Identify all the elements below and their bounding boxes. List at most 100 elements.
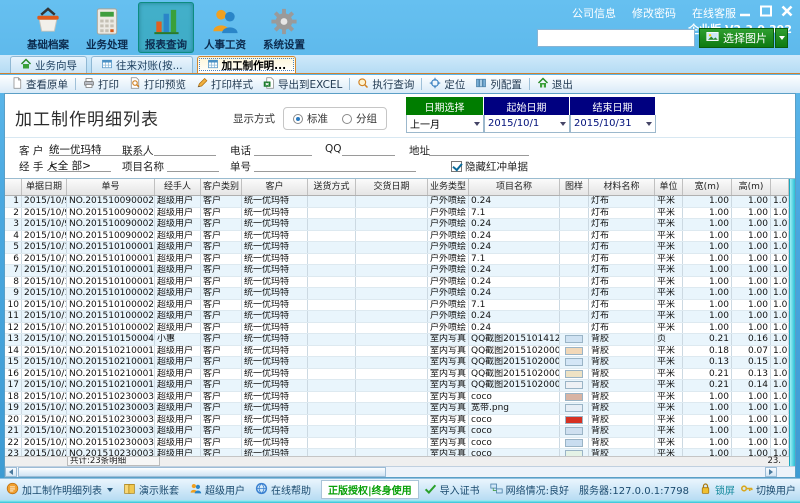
grid-cell: [356, 322, 428, 333]
table-row[interactable]: 4 2015/10/9 NO.201510090002 超级用户 客户 统一优玛特 户外喷绘…: [5, 230, 795, 242]
statusbar-item-1[interactable]: 加工制作明细列表: [6, 482, 113, 498]
date-dropdown-2[interactable]: 2015/10/1: [484, 115, 570, 133]
table-row[interactable]: 172015/10/21NO.201510210001超级用户客户统一优玛特 室内…: [5, 380, 795, 392]
search-icon: [357, 77, 369, 92]
table-row[interactable]: 142015/10/21NO.201510210001超级用户客户统一优玛特 室内…: [5, 345, 795, 357]
table-row[interactable]: 92015/10/10NO.201510100002超级用户客户统一优玛特 户外喷…: [5, 288, 795, 300]
horizontal-scrollbar[interactable]: [5, 466, 795, 477]
filter-input[interactable]: [154, 142, 216, 156]
scroll-right-arrow[interactable]: [765, 467, 777, 477]
nav-item-2[interactable]: 业务处理: [79, 2, 135, 53]
titlebar-link-1[interactable]: 公司信息: [572, 5, 616, 21]
statusbar-item-4[interactable]: 在线帮助: [255, 482, 311, 498]
titlebar-link-3[interactable]: 在线客服: [692, 5, 736, 21]
table-row[interactable]: 232015/10/23NO.201510230003超级用户客户统一优玛特 室内…: [5, 449, 795, 456]
toolbar-button-2[interactable]: 打印: [78, 76, 124, 92]
toolbar-button-7[interactable]: 定位: [424, 76, 470, 92]
horizontal-scroll-thumb[interactable]: [18, 467, 386, 477]
display-mode-radio-标准[interactable]: 标准: [293, 111, 328, 126]
tab-2[interactable]: 往来对账(按...: [91, 56, 193, 73]
grid-header-cell[interactable]: 客户: [242, 179, 308, 195]
table-row[interactable]: 52015/10/10NO.201510100001超级用户客户统一优玛特 户外喷…: [5, 242, 795, 254]
grid-header-cell[interactable]: [5, 179, 22, 195]
table-row[interactable]: 3 2015/10/9 NO.201510090002 超级用户 客户 统一优玛特 户外喷绘…: [5, 219, 795, 231]
grid-cell: 1.0: [773, 265, 789, 276]
hide-red-checkbox[interactable]: 隐藏红冲单据: [451, 159, 528, 174]
toolbar-button-1[interactable]: 查看原单: [6, 76, 73, 92]
statusbar-item-7[interactable]: 网络情况:良好: [490, 482, 569, 498]
statusbar-item-8[interactable]: 服务器:127.0.0.1:7798: [579, 482, 689, 497]
tab-1[interactable]: 业务向导: [10, 56, 87, 73]
grid-header-cell[interactable]: 单据日期: [22, 179, 67, 195]
grid-header-cell[interactable]: 材料名称: [589, 179, 655, 195]
titlebar-link-2[interactable]: 修改密码: [632, 5, 676, 21]
table-row[interactable]: 222015/10/23NO.201510230003超级用户客户统一优玛特 室内…: [5, 437, 795, 449]
image-path-input[interactable]: [537, 29, 695, 47]
grid-cell: [308, 322, 356, 333]
table-row[interactable]: 162015/10/21NO.201510210001超级用户客户统一优玛特 室内…: [5, 368, 795, 380]
filter-input[interactable]: [342, 142, 395, 156]
nav-item-4[interactable]: 人事工资: [197, 2, 253, 53]
grid-header-cell[interactable]: 宽(m): [683, 179, 732, 195]
table-row[interactable]: 132015/10/15NO.201510150004小惠客户统一优玛特 室内写真…: [5, 334, 795, 346]
vertical-scrollbar[interactable]: [789, 179, 795, 466]
statusbar-item-5[interactable]: 正版授权|终身使用: [321, 480, 419, 499]
grid-header-cell[interactable]: 高(m): [732, 179, 771, 195]
grid-header-cell[interactable]: 单号: [67, 179, 155, 195]
statusbar-item-9[interactable]: 锁屏: [699, 482, 735, 498]
date-dropdown-1[interactable]: 上一月: [406, 115, 484, 133]
nav-item-5[interactable]: 系统设置: [256, 2, 312, 53]
statusbar-item-2[interactable]: 演示账套: [123, 482, 179, 498]
table-row[interactable]: 62015/10/10NO.201510100001超级用户客户统一优玛特 户外喷…: [5, 253, 795, 265]
toolbar-button-8[interactable]: 列配置: [470, 76, 527, 92]
filter-input[interactable]: [167, 158, 219, 172]
filter-input[interactable]: <全 部>: [49, 158, 111, 172]
table-row[interactable]: 182015/10/23NO.201510230003超级用户客户统一优玛特 室内…: [5, 391, 795, 403]
table-row[interactable]: 212015/10/23NO.201510230003超级用户客户统一优玛特 室内…: [5, 426, 795, 438]
toolbar-button-6[interactable]: 执行查询: [352, 76, 419, 92]
statusbar-item-3[interactable]: 超级用户: [189, 482, 245, 498]
table-row[interactable]: 82015/10/10NO.201510100001超级用户客户统一优玛特 户外喷…: [5, 276, 795, 288]
table-row[interactable]: 1 2015/10/9 NO.201510090002 超级用户 客户 统一优玛特 户外喷绘…: [5, 196, 795, 208]
project-thumbnail: [565, 392, 583, 401]
nav-item-3[interactable]: 报表查询: [138, 2, 194, 53]
grid-header-cell[interactable]: 交货日期: [356, 179, 428, 195]
tab-3[interactable]: 加工制作明...: [196, 56, 297, 73]
grid-header-cell[interactable]: 项目名称: [469, 179, 560, 195]
table-row[interactable]: 102015/10/10NO.201510100002超级用户客户统一优玛特 户外…: [5, 299, 795, 311]
grid-header-cell[interactable]: 图样: [560, 179, 589, 195]
minimize-button[interactable]: [737, 3, 753, 17]
table-row[interactable]: 122015/10/10NO.201510100002超级用户客户统一优玛特 户外…: [5, 322, 795, 334]
pick-image-dropdown[interactable]: [775, 28, 788, 48]
date-dropdown-3[interactable]: 2015/10/31: [570, 115, 656, 133]
toolbar-button-5[interactable]: 导出到EXCEL: [258, 76, 347, 92]
filter-input[interactable]: [254, 142, 312, 156]
grid-header-cell[interactable]: 经手人: [155, 179, 201, 195]
grid-header-cell[interactable]: 单位: [655, 179, 683, 195]
grid-header-cell[interactable]: 业务类型: [428, 179, 469, 195]
table-row[interactable]: 152015/10/21NO.201510210001超级用户客户统一优玛特 室内…: [5, 357, 795, 369]
maximize-button[interactable]: [758, 3, 774, 17]
close-button[interactable]: [779, 3, 795, 17]
table-row[interactable]: 112015/10/10NO.201510100002超级用户客户统一优玛特 户外…: [5, 311, 795, 323]
pick-image-button[interactable]: 选择图片: [699, 28, 774, 48]
grid-header-cell[interactable]: [771, 179, 789, 195]
grid-header-cell[interactable]: 送货方式: [308, 179, 356, 195]
display-mode-radio-分组[interactable]: 分组: [342, 111, 377, 126]
table-row[interactable]: 72015/10/10NO.201510100001超级用户客户统一优玛特 户外喷…: [5, 265, 795, 277]
toolbar-button-3[interactable]: 打印预览: [124, 76, 191, 92]
nav-item-1[interactable]: 基础档案: [20, 2, 76, 53]
grid-header-cell[interactable]: 客户类别: [201, 179, 242, 195]
grid-cell: 统一优玛特: [242, 207, 308, 218]
toolbar-button-4[interactable]: 打印样式: [191, 76, 258, 92]
table-row[interactable]: 202015/10/23NO.201510230003超级用户客户统一优玛特 室内…: [5, 414, 795, 426]
toolbar-button-9[interactable]: 退出: [532, 76, 578, 92]
statusbar-item-6[interactable]: 导入证书: [424, 482, 480, 498]
filter-input[interactable]: [429, 142, 529, 156]
filter-input[interactable]: [254, 158, 416, 172]
tab-label: 加工制作明...: [221, 59, 287, 72]
table-row[interactable]: 2 2015/10/9 NO.201510090002 超级用户 客户 统一优玛特 户外喷绘…: [5, 207, 795, 219]
statusbar-item-10[interactable]: 切换用户: [740, 482, 796, 498]
scroll-left-arrow[interactable]: [5, 467, 17, 477]
table-row[interactable]: 192015/10/23NO.201510230003超级用户客户统一优玛特 室内…: [5, 403, 795, 415]
